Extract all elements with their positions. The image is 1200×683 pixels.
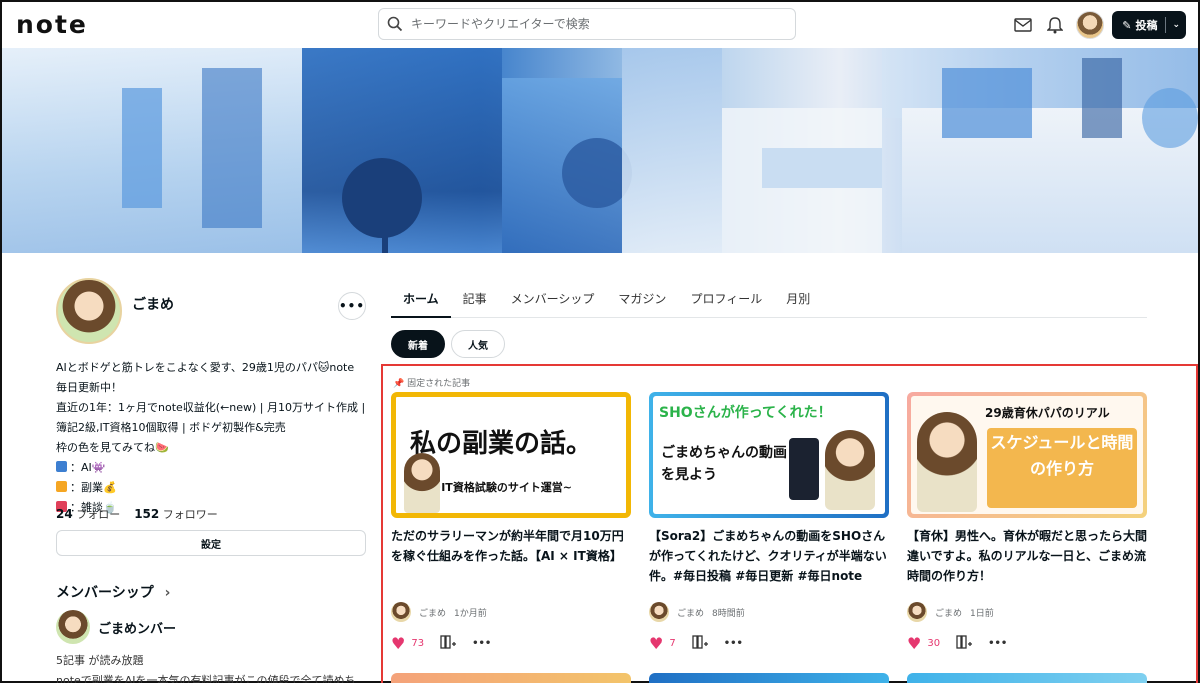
profile-tabs: ホーム 記事 メンバーシップ マガジン プロフィール 月別 xyxy=(391,282,1147,318)
more-icon[interactable]: ••• xyxy=(988,638,1007,649)
heart-icon[interactable]: ♥ xyxy=(391,634,405,653)
article-card[interactable]: SHOさんが作ってくれた！ ごまめちゃんの動画を見よう 【Sora2】ごまめちゃ… xyxy=(649,392,889,653)
bell-icon[interactable] xyxy=(1040,10,1070,40)
bio-line-ai: ：AI👾 xyxy=(56,458,366,478)
top-icons: ✎ 投稿 ⌄ xyxy=(1006,10,1186,40)
follow-stats: 24 フォロー 152 フォロワー xyxy=(56,506,218,522)
bio-line: 枠の色を見てみてね🍉 xyxy=(56,441,169,454)
post-button[interactable]: ✎ 投稿 ⌄ xyxy=(1112,11,1186,39)
membership-avatar[interactable] xyxy=(56,610,90,644)
search-box[interactable] xyxy=(378,8,796,40)
membership-description: noteで副業をAIを一本気の有料記事がこの値段で全て読めち xyxy=(56,674,356,683)
top-bar: note ✎ 投稿 ⌄ xyxy=(2,2,1198,48)
more-icon[interactable]: ••• xyxy=(724,638,743,649)
article-title[interactable]: ただのサラリーマンが約半年間で月10万円を稼ぐ仕組みを作った話。【AI × IT… xyxy=(391,526,631,588)
search-icon xyxy=(387,16,403,32)
tab-membership[interactable]: メンバーシップ xyxy=(499,282,607,318)
follower-count[interactable]: 152 xyxy=(134,507,159,521)
author-name[interactable]: ごまめ xyxy=(677,606,704,619)
author-name[interactable]: ごまめ xyxy=(419,606,446,619)
article-thumbnail[interactable]: 私の副業の話。 ~IT資格試験のサイト運営~ xyxy=(391,392,631,518)
article-thumbnail-next[interactable] xyxy=(391,673,631,683)
author-name[interactable]: ごまめ xyxy=(935,606,962,619)
thumbnail-main-text: 私の副業の話。 xyxy=(410,429,593,459)
article-thumbnail-next[interactable] xyxy=(649,673,889,683)
mail-icon[interactable] xyxy=(1008,10,1038,40)
add-to-magazine-icon[interactable] xyxy=(956,635,973,652)
search-input[interactable] xyxy=(411,17,771,31)
article-title[interactable]: 【Sora2】ごまめちゃんの動画をSHOさんが作ってくれたけど、クオリティが半端… xyxy=(649,526,889,588)
pencil-icon: ✎ xyxy=(1122,18,1132,32)
settings-button[interactable]: 設定 xyxy=(56,530,366,556)
profile-avatar[interactable] xyxy=(56,278,122,344)
author-avatar[interactable] xyxy=(649,602,669,622)
like-count: 73 xyxy=(411,638,425,649)
follow-count[interactable]: 24 xyxy=(56,507,73,521)
article-title[interactable]: 【育休】男性へ。育休が暇だと思ったら大間違いですよ。私のリアルな一日と、ごまめ流… xyxy=(907,526,1147,588)
post-time: 8時間前 xyxy=(712,608,745,619)
article-actions: ♥ 73 ••• xyxy=(391,634,631,653)
membership-name[interactable]: ごまめンバー xyxy=(98,618,176,637)
character-illustration xyxy=(917,412,977,512)
article-thumbnail[interactable]: SHOさんが作ってくれた！ ごまめちゃんの動画を見よう xyxy=(649,392,889,518)
article-card[interactable]: 私の副業の話。 ~IT資格試験のサイト運営~ ただのサラリーマンが約半年間で月1… xyxy=(391,392,631,653)
author-avatar[interactable] xyxy=(907,602,927,622)
more-options-button[interactable]: ••• xyxy=(338,292,366,320)
pinned-label: 📌 固定された記事 xyxy=(393,379,471,389)
membership-heading[interactable]: メンバーシップ › xyxy=(56,582,170,602)
tab-magazine[interactable]: マガジン xyxy=(606,282,678,318)
like-count: 7 xyxy=(669,638,676,649)
profile-name[interactable]: ごまめ xyxy=(132,294,174,314)
article-actions: ♥ 30 ••• xyxy=(907,634,1147,653)
post-time: 1日前 xyxy=(970,608,994,619)
character-illustration xyxy=(404,453,440,513)
thumbnail-main-text: SHOさんが作ってくれた！ xyxy=(659,405,832,421)
character-illustration xyxy=(825,430,875,510)
membership-article-count: 5記事 が読み放題 xyxy=(56,654,144,667)
article-meta: ごまめ 8時間前 xyxy=(649,602,889,622)
article-meta: ごまめ 1日前 xyxy=(907,602,1147,622)
bio-line: AIとボドゲと筋トレをこよなく愛す、29歳1児のパパ🐱note xyxy=(56,361,355,374)
chevron-right-icon: › xyxy=(164,585,171,601)
sort-filters: 新着 人気 xyxy=(391,330,511,358)
bio-line-side: ：副業💰 xyxy=(56,478,366,498)
user-avatar[interactable] xyxy=(1076,11,1105,39)
article-thumbnail[interactable]: 29歳育休パパのリアル スケジュールと時間の作り方 xyxy=(907,392,1147,518)
article-thumbnail-next[interactable] xyxy=(907,673,1147,683)
tab-profile[interactable]: プロフィール xyxy=(678,282,774,318)
follower-label[interactable]: フォロワー xyxy=(163,508,218,521)
pin-icon: 📌 xyxy=(393,379,405,389)
author-avatar[interactable] xyxy=(391,602,411,622)
bio-line: 毎日更新中！ xyxy=(56,381,122,394)
more-icon[interactable]: ••• xyxy=(472,638,491,649)
bio-line: 簿記2級,IT資格10個取得 | ボドゲ初製作&完売 xyxy=(56,421,286,434)
add-to-magazine-icon[interactable] xyxy=(692,635,708,652)
bio-line: 直近の1年：1ヶ月でnote収益化(←new) | 月10万サイト作成 | xyxy=(56,401,366,414)
tab-home[interactable]: ホーム xyxy=(391,282,451,318)
chevron-down-icon[interactable]: ⌄ xyxy=(1172,20,1180,30)
tab-articles[interactable]: 記事 xyxy=(451,282,499,318)
filter-new[interactable]: 新着 xyxy=(391,330,445,358)
tab-monthly[interactable]: 月別 xyxy=(774,282,822,318)
thumbnail-sub-text: ~IT資格試験のサイト運営~ xyxy=(432,481,573,494)
heart-icon[interactable]: ♥ xyxy=(907,634,921,653)
follow-label[interactable]: フォロー xyxy=(76,508,120,521)
heart-icon[interactable]: ♥ xyxy=(649,634,663,653)
phone-illustration xyxy=(789,438,819,500)
article-actions: ♥ 7 ••• xyxy=(649,634,889,653)
article-card[interactable]: 29歳育休パパのリアル スケジュールと時間の作り方 【育休】男性へ。育休が暇だと… xyxy=(907,392,1147,653)
filter-popular[interactable]: 人気 xyxy=(451,330,505,358)
like-count: 30 xyxy=(927,638,941,649)
note-logo[interactable]: note xyxy=(16,10,88,39)
thumbnail-sub-text: スケジュールと時間の作り方 xyxy=(987,428,1137,508)
article-meta: ごまめ 1か月前 xyxy=(391,602,631,622)
thumbnail-main-text: 29歳育休パパのリアル xyxy=(985,406,1110,420)
post-time: 1か月前 xyxy=(454,608,487,619)
header-banner-image xyxy=(2,48,1198,253)
add-to-magazine-icon[interactable] xyxy=(440,635,457,652)
profile-bio: AIとボドゲと筋トレをこよなく愛す、29歳1児のパパ🐱note 毎日更新中！ 直… xyxy=(56,358,366,518)
post-label: 投稿 xyxy=(1135,19,1158,32)
thumbnail-sub-text: ごまめちゃんの動画を見よう xyxy=(661,445,787,483)
